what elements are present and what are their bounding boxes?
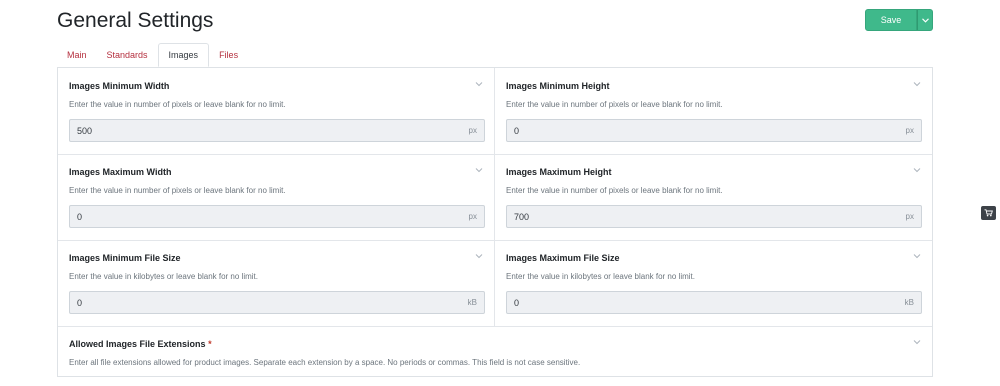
input-unit: kB xyxy=(904,298,914,307)
field-label: Images Maximum File Size xyxy=(506,253,620,263)
images-settings-panel: Images Minimum Width Enter the value in … xyxy=(57,67,933,377)
min-width-input[interactable]: 500 px xyxy=(69,119,485,142)
input-unit: kB xyxy=(467,298,477,307)
chevron-down-icon[interactable] xyxy=(913,166,921,174)
chevron-down-icon[interactable] xyxy=(913,338,921,346)
field-label: Allowed Images File Extensions * xyxy=(69,339,212,349)
chevron-down-icon xyxy=(921,17,929,23)
field-help-text: Enter the value in number of pixels or l… xyxy=(69,100,286,109)
tab-images[interactable]: Images xyxy=(157,43,210,67)
settings-row: Images Maximum Width Enter the value in … xyxy=(58,154,932,241)
chevron-down-icon[interactable] xyxy=(475,166,483,174)
tab-files[interactable]: Files xyxy=(209,43,248,67)
settings-row: Images Minimum File Size Enter the value… xyxy=(58,240,932,327)
save-options-dropdown[interactable] xyxy=(917,9,933,31)
tab-main[interactable]: Main xyxy=(57,43,97,67)
field-images-maximum-file-size: Images Maximum File Size Enter the value… xyxy=(495,240,932,326)
field-help-text: Enter the value in number of pixels or l… xyxy=(506,186,723,195)
field-images-maximum-height: Images Maximum Height Enter the value in… xyxy=(495,154,932,240)
input-unit: px xyxy=(468,212,477,221)
settings-row: Images Minimum Width Enter the value in … xyxy=(58,68,932,155)
field-help-text: Enter the value in number of pixels or l… xyxy=(69,186,286,195)
input-unit: px xyxy=(468,126,477,135)
input-value: 0 xyxy=(77,298,83,308)
input-value: 500 xyxy=(77,126,93,136)
shopping-cart-icon xyxy=(984,209,993,217)
field-help-text: Enter the value in kilobytes or leave bl… xyxy=(69,272,258,281)
cart-button[interactable] xyxy=(981,206,996,220)
settings-row: Allowed Images File Extensions * Enter a… xyxy=(58,326,932,386)
save-button[interactable]: Save xyxy=(865,9,917,31)
field-images-minimum-file-size: Images Minimum File Size Enter the value… xyxy=(58,240,495,326)
field-help-text: Enter the value in number of pixels or l… xyxy=(506,100,723,109)
required-mark: * xyxy=(208,339,212,349)
chevron-down-icon[interactable] xyxy=(475,80,483,88)
field-images-minimum-width: Images Minimum Width Enter the value in … xyxy=(58,68,495,154)
save-button-group: Save xyxy=(865,9,933,31)
field-label: Images Maximum Height xyxy=(506,167,612,177)
max-width-input[interactable]: 0 px xyxy=(69,205,485,228)
field-label-text: Allowed Images File Extensions xyxy=(69,339,206,349)
page-title: General Settings xyxy=(57,9,214,32)
field-allowed-images-file-extensions: Allowed Images File Extensions * Enter a… xyxy=(58,326,932,386)
min-height-input[interactable]: 0 px xyxy=(506,119,922,142)
field-help-text: Enter all file extensions allowed for pr… xyxy=(69,358,581,367)
settings-tabs: Main Standards Images Files xyxy=(57,43,248,67)
field-label: Images Minimum Height xyxy=(506,81,610,91)
input-unit: px xyxy=(905,126,914,135)
input-value: 0 xyxy=(514,298,520,308)
input-unit: px xyxy=(905,212,914,221)
input-value: 0 xyxy=(514,126,520,136)
field-label: Images Minimum File Size xyxy=(69,253,181,263)
tab-standards[interactable]: Standards xyxy=(97,43,158,67)
chevron-down-icon[interactable] xyxy=(913,252,921,260)
field-label: Images Maximum Width xyxy=(69,167,172,177)
max-file-size-input[interactable]: 0 kB xyxy=(506,291,922,314)
field-label: Images Minimum Width xyxy=(69,81,170,91)
chevron-down-icon[interactable] xyxy=(475,252,483,260)
field-images-maximum-width: Images Maximum Width Enter the value in … xyxy=(58,154,495,240)
field-help-text: Enter the value in kilobytes or leave bl… xyxy=(506,272,695,281)
chevron-down-icon[interactable] xyxy=(913,80,921,88)
field-images-minimum-height: Images Minimum Height Enter the value in… xyxy=(495,68,932,154)
min-file-size-input[interactable]: 0 kB xyxy=(69,291,485,314)
input-value: 0 xyxy=(77,212,83,222)
max-height-input[interactable]: 700 px xyxy=(506,205,922,228)
input-value: 700 xyxy=(514,212,530,222)
